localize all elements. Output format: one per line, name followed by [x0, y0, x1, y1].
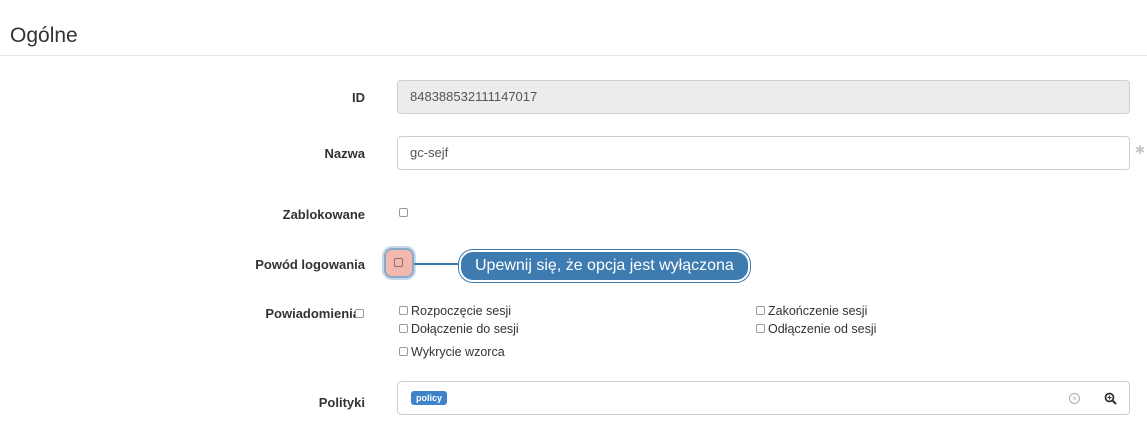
checkbox-icon[interactable]: [399, 324, 408, 334]
checkbox-icon[interactable]: [756, 306, 765, 316]
notification-option-session-start[interactable]: Rozpoczęcie sesji: [399, 304, 511, 318]
checkbox-icon[interactable]: [399, 306, 408, 316]
option-label: Wykrycie wzorca: [411, 345, 505, 359]
option-label: Zakończenie sesji: [768, 304, 868, 318]
name-label: Nazwa: [324, 146, 365, 161]
blocked-label: Zablokowane: [282, 207, 365, 222]
notification-option-session-end[interactable]: Zakończenie sesji: [756, 304, 867, 318]
name-field[interactable]: gc-sejf: [397, 136, 1130, 170]
option-label: Rozpoczęcie sesji: [411, 304, 512, 318]
login-reason-label: Powód logowania: [255, 257, 365, 272]
search-button[interactable]: [1091, 381, 1130, 415]
required-icon: ✱: [1135, 143, 1146, 157]
policies-label: Polityki: [318, 395, 365, 410]
clear-icon[interactable]: ×: [1069, 393, 1080, 404]
section-title: Ogólne: [10, 24, 78, 47]
search-icon: [1104, 392, 1117, 405]
notification-option-pattern-detect[interactable]: Wykrycie wzorca: [399, 345, 505, 359]
checkbox-icon[interactable]: [399, 347, 408, 357]
checkbox-icon[interactable]: [756, 324, 765, 334]
option-label: Odłączenie od sesji: [768, 322, 877, 336]
option-label: Dołączenie do sesji: [411, 322, 519, 336]
policy-tag[interactable]: policy: [411, 391, 448, 405]
login-reason-checkbox[interactable]: [394, 258, 403, 267]
notifications-all-checkbox[interactable]: [355, 309, 364, 318]
id-field: 848388532111147017: [397, 80, 1130, 114]
callout-connector: [414, 263, 460, 265]
policies-field[interactable]: [397, 381, 1092, 415]
id-label: ID: [352, 90, 365, 105]
blocked-checkbox[interactable]: [399, 208, 408, 217]
callout-tooltip: Upewnij się, że opcja jest wyłączona: [459, 250, 750, 282]
section-divider: [0, 55, 1147, 56]
notifications-label: Powiadomienia: [265, 306, 360, 321]
notification-option-session-leave[interactable]: Odłączenie od sesji: [756, 322, 876, 336]
notification-option-session-join[interactable]: Dołączenie do sesji: [399, 322, 519, 336]
login-reason-highlight: [384, 248, 414, 278]
